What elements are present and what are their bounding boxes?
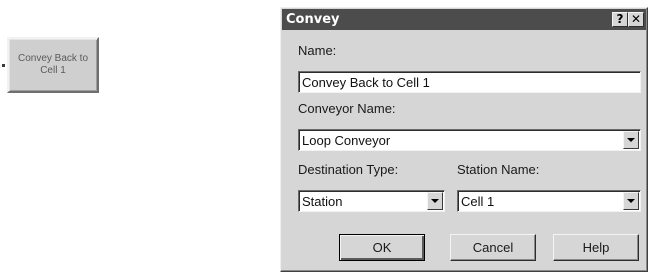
- chevron-down-icon[interactable]: [623, 131, 639, 149]
- convey-dialog: Convey ? ✕ Name: Conveyor Name: Loop Con…: [280, 7, 648, 272]
- station-name-value: Cell 1: [461, 194, 495, 209]
- destination-type-value: Station: [302, 194, 343, 209]
- ok-button[interactable]: OK: [339, 234, 425, 261]
- station-name-select[interactable]: Cell 1: [457, 190, 641, 212]
- module-entry-connector[interactable]: [2, 64, 5, 67]
- help-icon[interactable]: ?: [612, 12, 628, 27]
- close-icon[interactable]: ✕: [628, 12, 644, 27]
- dialog-title-bar[interactable]: Convey ? ✕: [282, 9, 646, 30]
- name-field[interactable]: [298, 71, 641, 93]
- dialog-title: Convey: [286, 12, 340, 27]
- destination-type-select[interactable]: Station: [298, 190, 445, 212]
- conveyor-name-value: Loop Conveyor: [302, 133, 391, 148]
- chevron-down-icon[interactable]: [427, 192, 443, 210]
- name-input[interactable]: [301, 74, 638, 90]
- conveyor-name-select[interactable]: Loop Conveyor: [298, 129, 641, 151]
- station-name-label: Station Name:: [457, 162, 540, 177]
- convey-module[interactable]: Convey Back to Cell 1: [7, 37, 99, 93]
- help-button[interactable]: Help: [553, 234, 639, 261]
- cancel-button[interactable]: Cancel: [450, 234, 536, 261]
- destination-type-label: Destination Type:: [298, 162, 399, 177]
- name-label: Name:: [298, 43, 337, 58]
- convey-module-label: Convey Back to Cell 1: [17, 53, 89, 76]
- conveyor-name-label: Conveyor Name:: [298, 101, 396, 116]
- chevron-down-icon[interactable]: [623, 192, 639, 210]
